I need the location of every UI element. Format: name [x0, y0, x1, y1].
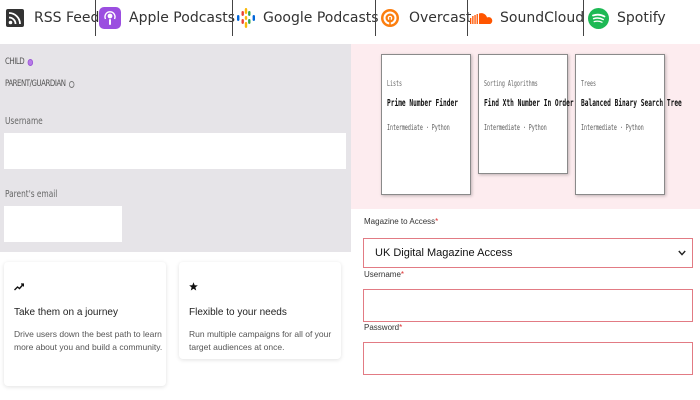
challenge-meta: Intermediate · Python: [581, 123, 644, 132]
spotify-link[interactable]: Spotify: [587, 0, 666, 36]
divider: [375, 0, 376, 36]
apple-podcasts-link[interactable]: Apple Podcasts: [99, 0, 235, 36]
rss-feed-label: RSS Feed: [34, 10, 100, 26]
rss-feed-link[interactable]: RSS Feed: [4, 0, 99, 36]
role-child-radio[interactable]: [27, 58, 33, 66]
magazine-username-input[interactable]: [363, 289, 693, 322]
parent-email-label: Parent's email: [5, 189, 58, 200]
challenge-meta: Intermediate · Python: [387, 123, 450, 132]
feature-description: Run multiple campaigns for all of your t…: [189, 329, 332, 352]
role-parent-option[interactable]: PARENT/GUARDIAN: [5, 79, 75, 89]
password-label: Password*: [364, 323, 402, 332]
star-icon: [189, 282, 198, 294]
challenge-card[interactable]: Sorting Algorithms Find Xth Number In Or…: [478, 54, 574, 174]
challenge-card[interactable]: Trees Balanced Binary Search Tree Interm…: [575, 54, 682, 195]
overcast-link[interactable]: Overcast: [379, 0, 471, 36]
magazine-label-text: Magazine to Access: [364, 217, 436, 226]
soundcloud-label: SoundCloud: [500, 10, 585, 26]
challenge-meta: Intermediate · Python: [484, 123, 547, 132]
spotify-icon: [587, 7, 609, 29]
role-parent-label: PARENT/GUARDIAN: [5, 79, 66, 89]
challenge-title: Balanced Binary Search Tree: [581, 98, 682, 109]
overcast-label: Overcast: [409, 10, 472, 26]
overcast-icon: [379, 7, 401, 29]
challenge-category: Lists: [387, 79, 402, 88]
username-input[interactable]: [4, 133, 346, 169]
rss-icon: [4, 7, 26, 29]
role-parent-radio[interactable]: [68, 80, 75, 88]
challenge-category: Trees: [581, 79, 596, 88]
magazine-username-label-text: Username: [364, 270, 401, 279]
trend-up-icon: [14, 282, 25, 294]
feature-card: Take them on a journey Drive users down …: [4, 262, 166, 386]
chevron-down-icon: [678, 248, 686, 258]
podcast-links-bar: RSS Feed Apple Podcasts Google Podcasts …: [0, 0, 700, 36]
challenge-card[interactable]: Lists Prime Number Finder Intermediate ·…: [381, 54, 471, 195]
soundcloud-icon: [470, 7, 494, 29]
parent-email-input[interactable]: [4, 206, 122, 242]
role-child-label: CHILD: [5, 57, 25, 67]
soundcloud-link[interactable]: SoundCloud: [470, 0, 584, 36]
apple-podcasts-icon: [99, 7, 121, 29]
google-podcasts-link[interactable]: Google Podcasts: [236, 0, 379, 36]
divider: [467, 0, 468, 36]
feature-title: Flexible to your needs: [189, 307, 287, 318]
challenge-title: Prime Number Finder: [387, 98, 458, 109]
required-mark: *: [400, 270, 405, 279]
password-label-text: Password: [364, 323, 400, 332]
apple-podcasts-label: Apple Podcasts: [129, 10, 236, 26]
feature-card: Flexible to your needs Run multiple camp…: [179, 262, 341, 359]
required-mark: *: [435, 217, 439, 226]
divider: [232, 0, 233, 36]
required-mark: *: [399, 323, 403, 332]
magazine-username-label: Username*: [364, 270, 404, 279]
challenge-category: Sorting Algorithms: [484, 79, 538, 88]
magazine-label: Magazine to Access*: [364, 217, 438, 226]
spotify-label: Spotify: [617, 10, 666, 26]
google-podcasts-icon: [236, 7, 256, 29]
divider: [583, 0, 584, 36]
challenge-title: Find Xth Number In Order: [484, 98, 574, 109]
role-child-option[interactable]: CHILD: [5, 57, 33, 67]
feature-title: Take them on a journey: [14, 307, 118, 318]
magazine-selected-value: UK Digital Magazine Access: [375, 247, 513, 259]
password-input[interactable]: [363, 342, 693, 375]
google-podcasts-label: Google Podcasts: [263, 10, 379, 26]
divider: [95, 0, 96, 36]
username-label: Username: [5, 116, 43, 127]
feature-description: Drive users down the best path to learn …: [14, 329, 163, 352]
magazine-select[interactable]: UK Digital Magazine Access: [363, 238, 693, 268]
